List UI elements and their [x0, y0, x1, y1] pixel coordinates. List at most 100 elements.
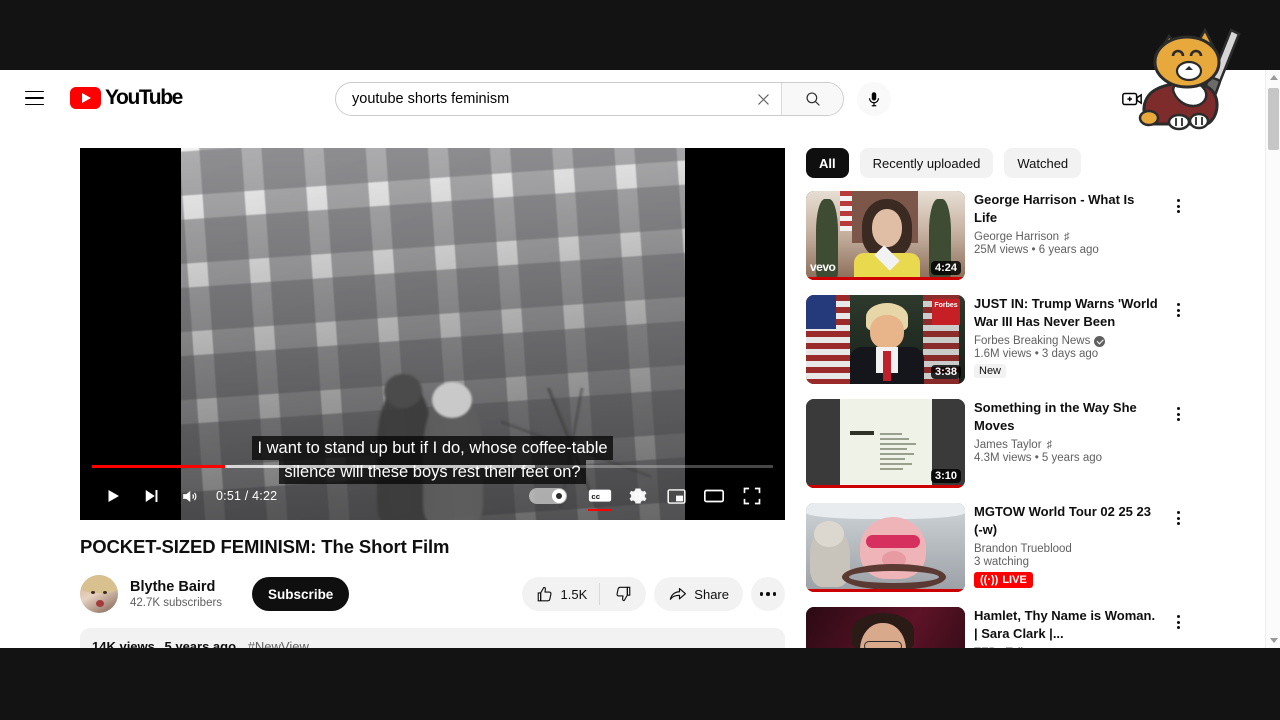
miniplayer-button[interactable]: [657, 477, 695, 515]
masthead: YouTube: [0, 70, 1255, 126]
recommendation-menu-button[interactable]: [1167, 195, 1189, 217]
clear-search-icon[interactable]: [745, 83, 781, 115]
publish-date: 5 years ago: [164, 639, 237, 648]
recommendation-channel-name: TEDx Talks: [974, 647, 1032, 648]
recommendation-title[interactable]: MGTOW World Tour 02 25 23 (-w): [974, 503, 1160, 539]
recommendation-channel-name: George Harrison: [974, 231, 1060, 243]
video-player[interactable]: I want to stand up but if I do, whose co…: [80, 148, 785, 520]
recommendation-channel[interactable]: George Harrison ♯: [974, 231, 1160, 243]
recommendation-channel[interactable]: Brandon Trueblood: [974, 543, 1160, 555]
recommendation-item[interactable]: vevo 4:24 George Harrison - What Is Life Ge…: [806, 191, 1189, 280]
share-label: Share: [694, 586, 729, 602]
recommendation-meta: George Harrison - What Is Life George Har…: [974, 191, 1164, 280]
play-button[interactable]: [94, 477, 132, 515]
channel-name[interactable]: Blythe Baird: [130, 579, 222, 595]
recommendation-thumbnail[interactable]: 3:10: [806, 399, 965, 488]
scrollbar-down-arrow[interactable]: [1266, 633, 1280, 648]
vertical-ellipsis-icon: [1176, 303, 1180, 317]
watched-progress-bar: [806, 485, 965, 488]
recommendation-item[interactable]: Forbes 3:38 JUST IN: Trump Warns 'World Wa…: [806, 295, 1189, 384]
recommendation-title[interactable]: Hamlet, Thy Name is Woman. | Sara Clark …: [974, 607, 1160, 643]
figure-left-head: [384, 374, 422, 408]
settings-gear-icon[interactable]: [619, 477, 657, 515]
page-scrollbar[interactable]: [1265, 70, 1280, 648]
owner-text: Blythe Baird 42.7K subscribers: [130, 579, 222, 609]
autoplay-toggle[interactable]: [529, 488, 567, 504]
recommendation-channel-name: Brandon Trueblood: [974, 543, 1072, 555]
recommendation-meta: MGTOW World Tour 02 25 23 (-w) Brandon Tr…: [974, 503, 1164, 592]
ellipsis-icon: [759, 592, 777, 596]
scrollbar-thumb[interactable]: [1268, 88, 1279, 150]
chevron-up-icon: [1269, 75, 1278, 80]
voice-search-button[interactable]: [857, 82, 891, 116]
create-video-icon[interactable]: [1119, 86, 1145, 112]
next-video-button[interactable]: [132, 477, 170, 515]
guide-menu-button[interactable]: [14, 78, 54, 118]
search-submit-button[interactable]: [781, 83, 843, 115]
filter-chip-all[interactable]: All: [806, 148, 849, 178]
recommendation-menu-button[interactable]: [1167, 507, 1189, 529]
scrollbar-up-arrow[interactable]: [1266, 70, 1280, 85]
recommendation-item[interactable]: Hamlet, Thy Name is Woman. | Sara Clark …: [806, 607, 1189, 648]
video-duration: 3:10: [930, 469, 961, 483]
vertical-ellipsis-icon: [1176, 615, 1180, 629]
youtube-play-icon: [70, 87, 101, 109]
hamburger-icon: [24, 90, 44, 106]
video-duration: 3:38: [930, 365, 961, 379]
time-display: 0:51 / 4:22: [216, 489, 278, 503]
svg-text:cc: cc: [591, 492, 600, 501]
youtube-wordmark: YouTube: [105, 86, 183, 109]
recommendation-title[interactable]: JUST IN: Trump Warns 'World War III Has …: [974, 295, 1160, 331]
owner-row: Blythe Baird 42.7K subscribers Subscribe…: [80, 574, 785, 614]
secondary-column: All Recently uploaded Watched vevo 4:24 Geor…: [806, 148, 1189, 648]
recommendation-thumbnail[interactable]: vevo 4:24: [806, 191, 965, 280]
recommendation-item[interactable]: MGTOW World Tour 02 25 23 (-w) Brandon Tr…: [806, 503, 1189, 592]
avatar-eye-left: [91, 591, 95, 594]
verified-badge-icon: [1094, 335, 1106, 347]
recommendation-menu-button[interactable]: [1167, 611, 1189, 633]
figure-right-head: [432, 382, 472, 418]
description-box[interactable]: 14K views 5 years ago #NewView: [80, 628, 785, 648]
recommendation-title[interactable]: Something in the Way She Moves: [974, 399, 1160, 435]
vertical-ellipsis-icon: [1176, 407, 1180, 421]
filter-chip-recently-uploaded[interactable]: Recently uploaded: [859, 148, 994, 178]
screen: YouTube youtube shorts feminism I want t…: [0, 0, 1280, 720]
channel-avatar[interactable]: [80, 575, 118, 613]
like-button[interactable]: 1.5K: [522, 577, 600, 611]
music-note-icon: ♯: [1064, 231, 1070, 243]
volume-button[interactable]: [170, 477, 208, 515]
filter-chip-watched[interactable]: Watched: [1004, 148, 1082, 178]
like-count: 1.5K: [560, 586, 588, 602]
subscribe-button[interactable]: Subscribe: [252, 577, 350, 611]
share-button[interactable]: Share: [654, 577, 743, 611]
youtube-logo[interactable]: YouTube: [70, 86, 183, 110]
verified-badge-icon: [1035, 647, 1047, 648]
filter-chips: All Recently uploaded Watched: [806, 148, 1189, 178]
description-hashtag[interactable]: #NewView: [248, 639, 309, 648]
recommendation-menu-button[interactable]: [1167, 299, 1189, 321]
theater-mode-button[interactable]: [695, 477, 733, 515]
search-box[interactable]: [335, 82, 844, 116]
recommendation-channel[interactable]: James Taylor ♯: [974, 439, 1160, 451]
more-actions-button[interactable]: [751, 577, 785, 611]
subscriber-count: 42.7K subscribers: [130, 597, 223, 609]
recommendation-thumbnail[interactable]: Forbes 3:38: [806, 295, 965, 384]
progress-bar[interactable]: [92, 464, 773, 468]
player-controls-right: cc: [529, 477, 771, 515]
player-controls: 0:51 / 4:22 cc: [80, 472, 785, 520]
recommendation-thumbnail[interactable]: [806, 607, 965, 648]
recommendation-thumbnail[interactable]: [806, 503, 965, 592]
recommendation-item[interactable]: 3:10 Something in the Way She Moves James …: [806, 399, 1189, 488]
fullscreen-button[interactable]: [733, 477, 771, 515]
recommendation-stats: 3 watching: [974, 556, 1029, 568]
search-input[interactable]: [336, 83, 745, 115]
vertical-ellipsis-icon: [1176, 511, 1180, 525]
recommendation-channel[interactable]: Forbes Breaking News: [974, 335, 1160, 347]
recommendation-stats: 1.6M views • 3 days ago: [974, 348, 1099, 360]
recommendation-channel[interactable]: TEDx Talks: [974, 647, 1160, 648]
music-note-icon: ♯: [1046, 439, 1053, 451]
recommendation-title[interactable]: George Harrison - What Is Life: [974, 191, 1160, 227]
dislike-button[interactable]: [600, 577, 646, 611]
recommendation-menu-button[interactable]: [1167, 403, 1189, 425]
captions-button[interactable]: cc: [581, 477, 619, 515]
